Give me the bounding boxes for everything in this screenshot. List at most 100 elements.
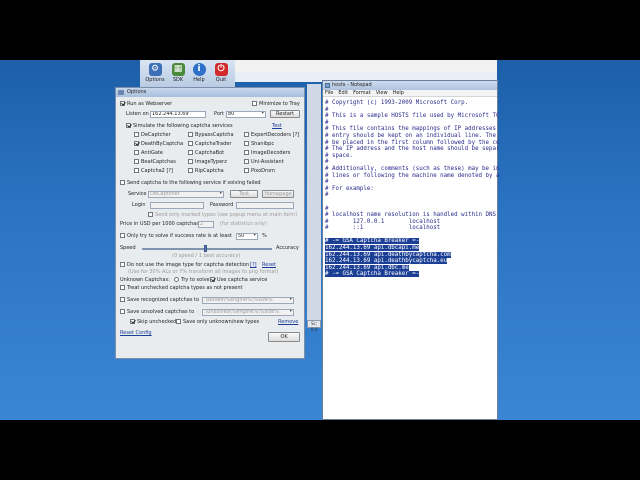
text-line: 162.244.13.69 api.deathbycaptcha.eu [325, 258, 448, 265]
service-checkbox[interactable]: DeathByCaptcha [134, 141, 183, 148]
app-toolbar: ⚙ Options ▦ SDK i Help ⏻ Quit [140, 60, 235, 88]
no-image-type-help-link[interactable]: [?] [250, 262, 257, 269]
percent-label: % [262, 233, 267, 239]
send-only-marked-checkbox[interactable]: Send only marked types (see popup menu a… [148, 212, 297, 219]
restart-button[interactable]: Restart [270, 110, 300, 118]
service-checkbox[interactable]: ExpertDecoders [?] [244, 132, 299, 139]
remove-link[interactable]: Remove [278, 319, 298, 326]
password-input[interactable] [236, 202, 294, 209]
text-line: # be placed in the first column followed… [325, 139, 499, 146]
dialog-title-bar: Options [116, 88, 304, 97]
use-captcha-service-checkbox[interactable]: Use captcha service [210, 277, 267, 284]
text-line: 162.244.13.69 api.deathbycaptcha.com [325, 251, 451, 258]
success-rate-input[interactable]: 50 [236, 233, 258, 240]
save-unsolved-path[interactable]: .\unsolved\%engine%\%size% [202, 309, 294, 316]
speed-accuracy-slider[interactable] [142, 248, 272, 250]
menu-format[interactable]: Format [353, 90, 371, 96]
text-line: # entry should be kept on an individual … [325, 132, 497, 139]
simulate-checkbox[interactable]: Simulate the following captcha services [126, 123, 233, 130]
service-select[interactable]: DeCaptcher [148, 191, 224, 198]
service-checkbox[interactable]: BeatCaptchas [134, 159, 176, 166]
price-label: Price in USD per 1000 captchas [120, 221, 199, 227]
text-line: # The IP address and the host name shoul… [325, 146, 499, 153]
service-checkbox[interactable]: CaptchaTrader [188, 141, 231, 148]
service-checkbox[interactable]: RipCaptcha [188, 168, 224, 175]
text-line: # -= GSA Captcha Breaker =- [325, 238, 420, 245]
test-button[interactable]: Test [230, 190, 258, 198]
dialog-title: Options [127, 89, 147, 95]
service-checkbox[interactable]: CaptchaBot [188, 150, 224, 157]
text-line: # [325, 192, 329, 199]
listen-on-input[interactable]: 162.244.13.69 [150, 111, 206, 118]
text-line: # Copyright (c) 1993-2009 Microsoft Corp… [325, 100, 469, 106]
text-line: # For example: [325, 185, 374, 192]
service-checkbox[interactable]: Uni-Assistant [244, 159, 284, 166]
unknown-captchas-label: Unknown Captchas: [120, 277, 170, 283]
power-icon: ⏻ [214, 63, 228, 76]
service-checkbox[interactable]: AntiGate [134, 150, 163, 157]
save-recognized-checkbox[interactable]: Save recognized captchas to [120, 297, 199, 304]
homepage-button[interactable]: Homepage [262, 190, 294, 198]
login-label: Login [132, 202, 146, 208]
dialog-icon [118, 90, 124, 95]
port-input[interactable]: 80 [226, 111, 266, 118]
text-line: # -= GSA Captcha Breaker =- [325, 271, 420, 278]
send-captcha-checkbox[interactable]: Send captcha to the following service if… [120, 180, 261, 187]
minimize-to-tray-checkbox[interactable]: Minimize to Tray [252, 101, 300, 108]
text-line: 162.244.13.69 api.dbcapi.me [325, 245, 420, 252]
price-input[interactable]: 2 [198, 221, 214, 228]
run-as-webserver-checkbox[interactable]: Run as Webserver [120, 101, 172, 108]
slider-thumb[interactable] [204, 245, 207, 252]
sdk-icon: ▦ [171, 63, 185, 76]
notepad-title-bar: hosts - Notepad [323, 81, 497, 90]
save-only-unknown-checkbox[interactable]: Save only unknown/new types [176, 319, 259, 326]
menu-view[interactable]: View [376, 90, 388, 96]
service-checkbox[interactable]: DeCaptcher [134, 132, 171, 139]
text-line: # [325, 159, 329, 166]
test-link[interactable]: Test [272, 123, 282, 130]
menu-file[interactable]: File [325, 90, 333, 96]
sdk-button[interactable]: ▦ SDK [167, 63, 189, 87]
text-line: # localhost name resolution is handled w… [325, 212, 497, 219]
info-icon: i [192, 63, 206, 76]
login-input[interactable] [150, 202, 204, 209]
text-line: # [325, 106, 329, 113]
service-checkbox[interactable]: PixoDrom [244, 168, 275, 175]
menu-help[interactable]: Help [393, 90, 404, 96]
ok-button[interactable]: OK [268, 332, 300, 342]
notepad-window: hosts - Notepad File Edit Format View Help #… [322, 80, 499, 420]
service-label: Service [128, 191, 147, 197]
only-try-checkbox[interactable]: Only try to solve if success rate is at … [120, 233, 232, 240]
service-checkbox[interactable]: ImageDecoders [244, 150, 290, 157]
text-line: # [325, 205, 329, 212]
text-line: # ::1 localhost [325, 225, 441, 232]
options-dialog: Options Run as Webserver Minimize to Tra… [115, 87, 305, 359]
notepad-icon [325, 83, 330, 88]
service-checkbox[interactable]: BypassCaptcha [188, 132, 234, 139]
service-checkbox[interactable]: Shanibpc [244, 141, 274, 148]
text-line: # lines or following the machine name de… [325, 172, 499, 179]
quit-button[interactable]: ⏻ Quit [210, 63, 232, 87]
notepad-text-area[interactable]: # Copyright (c) 1993-2009 Microsoft Corp… [323, 98, 499, 420]
reset-link[interactable]: Reset [262, 262, 276, 269]
try-to-solve-radio[interactable]: Try to solve [174, 277, 210, 284]
no-image-type-checkbox[interactable]: Do not use the image type for captcha de… [120, 262, 249, 269]
password-label: Password [210, 202, 234, 208]
service-checkbox[interactable]: ImageTyperz [188, 159, 227, 166]
text-line: # This file contains the mappings of IP … [325, 126, 497, 133]
save-recognized-path[interactable]: .\solved\%engine%\%size% [202, 297, 294, 304]
help-button[interactable]: i Help [188, 63, 210, 87]
save-unsolved-checkbox[interactable]: Save unsolved captchas to [120, 309, 194, 316]
text-line: # 127.0.0.1 localhost [325, 218, 441, 225]
service-checkbox[interactable]: Captcha2 [?] [134, 168, 173, 175]
skip-unchecked-checkbox[interactable]: Skip unchecked [130, 319, 176, 326]
gear-icon: ⚙ [148, 63, 162, 76]
menu-edit[interactable]: Edit [338, 90, 348, 96]
text-line [325, 232, 499, 239]
reset-config-link[interactable]: Reset Config [120, 330, 152, 337]
treat-unchecked-checkbox[interactable]: Treat unchecked captcha types as not pre… [120, 285, 243, 292]
options-button[interactable]: ⚙ Options [144, 63, 166, 87]
text-line: 162.244.13.69 api.dbc.me [325, 264, 409, 271]
text-line: # space. [325, 152, 353, 159]
desktop: ⚙ Options ▦ SDK i Help ⏻ Quit Options Ru… [0, 60, 640, 420]
